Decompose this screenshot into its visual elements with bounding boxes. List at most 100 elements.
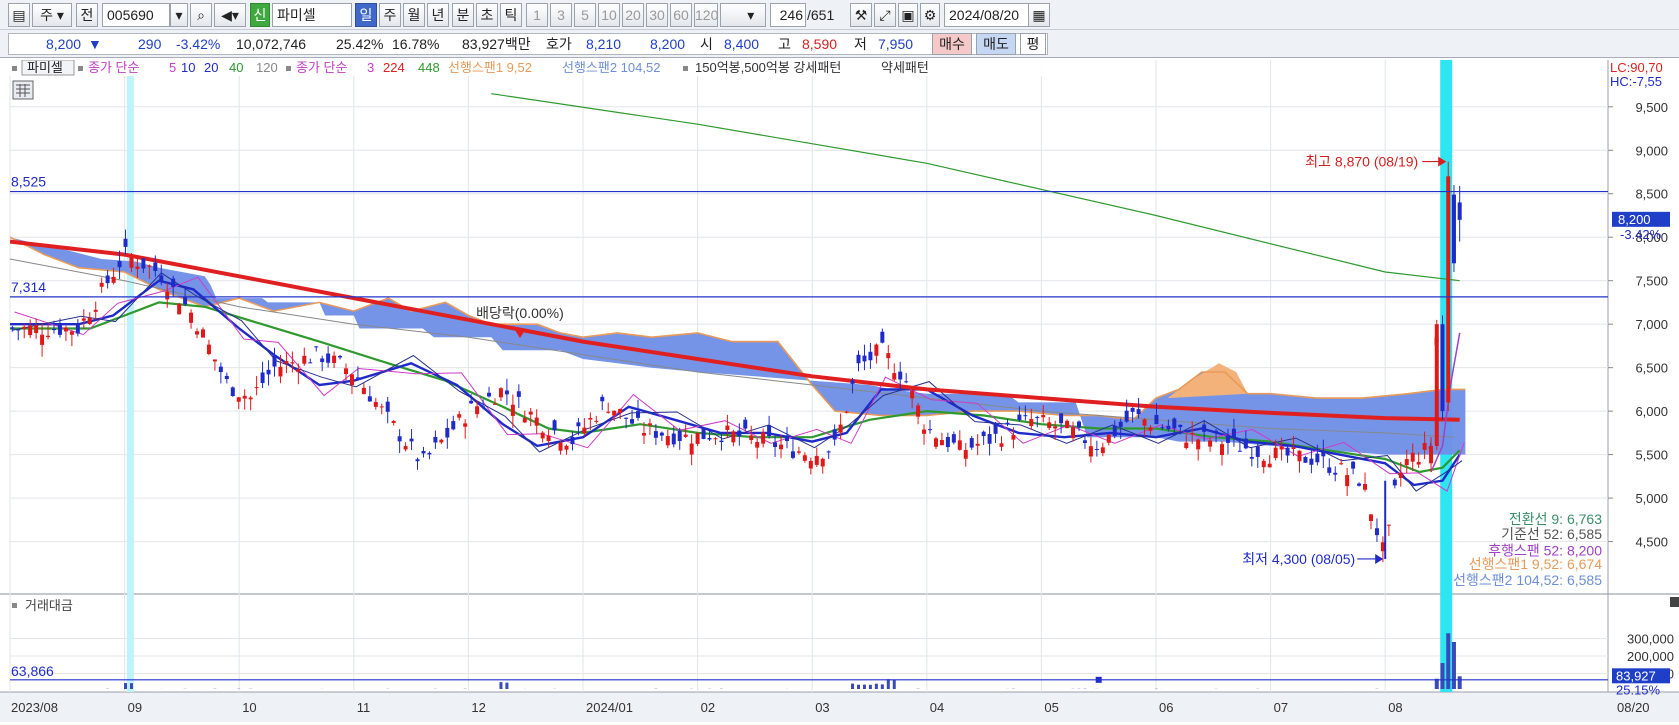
candle-body <box>52 328 57 331</box>
candle-body <box>105 275 110 284</box>
candle-body <box>218 366 223 373</box>
candle-body <box>564 445 569 450</box>
market-select[interactable]: 주 ▾ <box>32 3 72 27</box>
buy-button[interactable]: 매수 <box>932 33 972 55</box>
volume-bar <box>1457 676 1462 689</box>
candle-icon[interactable]: ⚒ <box>850 3 872 27</box>
panel-resize-handle[interactable] <box>1670 597 1679 607</box>
candle-body <box>308 362 313 364</box>
time-axis-label: 11 <box>357 700 371 715</box>
compare-icon[interactable]: ⤢ <box>874 3 896 27</box>
period-second[interactable]: 초 <box>476 3 498 27</box>
legend-weak[interactable]: 약세패턴 <box>881 60 929 75</box>
legend-pattern[interactable]: 150억봉,500억봉 강세패턴 <box>695 60 841 75</box>
period-week[interactable]: 주 <box>379 3 401 27</box>
candle-body <box>910 390 915 399</box>
candle-body <box>367 396 372 402</box>
candle-body <box>63 327 68 332</box>
candle-body <box>206 344 211 354</box>
candle-body <box>1178 424 1183 428</box>
candle-body <box>355 377 360 379</box>
candle-body <box>1035 416 1040 418</box>
candle-body <box>844 411 849 413</box>
period-tick[interactable]: 틱 <box>500 3 522 27</box>
candle-body <box>1231 428 1236 438</box>
candle-body <box>1017 414 1022 420</box>
gear-icon[interactable]: ⚙ <box>920 3 940 27</box>
period-minute[interactable]: 분 <box>452 3 474 27</box>
time-axis-label: 06 <box>1159 700 1173 715</box>
interval-20[interactable]: 20 <box>622 3 644 27</box>
candle-body <box>880 331 885 343</box>
legend-ma1-label[interactable]: 종가 단순 <box>88 60 139 75</box>
search-icon[interactable]: ⌕ <box>190 3 212 27</box>
candle-body <box>1457 202 1462 220</box>
candle-body <box>945 437 950 448</box>
indicator-base: 기준선 52: 6,585 <box>1501 526 1602 542</box>
price-chart[interactable]: 9,5009,0008,5008,0007,5007,0006,5006,000… <box>0 59 1679 722</box>
candle-body <box>1315 453 1320 463</box>
candle-body <box>111 276 116 283</box>
candle-body <box>1225 435 1230 443</box>
interval-120[interactable]: 120 <box>694 3 718 27</box>
legend-ma2-label[interactable]: 종가 단순 <box>296 60 347 75</box>
candle-body <box>200 329 205 338</box>
chart-area[interactable]: 9,500 9,000 8,500 8,000 7,500 7,000 6,500 6,000… <box>0 59 1679 722</box>
candle-body <box>81 318 86 321</box>
legend-name: 파미셀 <box>27 60 63 75</box>
legend-span2[interactable]: 선행스팬2 104,52 <box>562 60 660 75</box>
candle-body <box>779 444 784 450</box>
layout-icon[interactable]: ▤ <box>8 3 30 27</box>
stock-code-dropdown-icon[interactable]: ▾ <box>170 3 188 27</box>
candle-body <box>320 358 325 363</box>
time-axis-label: 10 <box>242 700 256 715</box>
date-input[interactable]: 2024/08/20 <box>944 3 1036 27</box>
calendar-icon[interactable]: ▦ <box>1028 3 1050 27</box>
candle-body <box>284 361 289 364</box>
change-value: 290 <box>138 36 162 52</box>
candle-body <box>1374 528 1379 536</box>
highlight-band <box>126 60 134 692</box>
interval-30[interactable]: 30 <box>646 3 668 27</box>
candle-body <box>332 355 337 363</box>
speaker-icon[interactable]: ◀▾ <box>214 3 246 27</box>
stock-name-field[interactable]: 파미셀 <box>272 3 352 27</box>
period-year[interactable]: 년 <box>427 3 449 27</box>
volume-panel-title[interactable]: 거래대금 <box>25 598 73 613</box>
candle-body <box>1136 409 1141 415</box>
interval-custom-select[interactable]: ▾ <box>720 3 766 27</box>
volume-line-label: 63,866 <box>11 663 54 679</box>
candle-body <box>16 329 21 331</box>
data-table-icon[interactable] <box>12 80 34 100</box>
candle-body <box>409 438 414 442</box>
candle-body <box>475 406 480 415</box>
candle-body <box>1071 427 1076 439</box>
save-icon[interactable]: ▣ <box>898 3 918 27</box>
avg-button[interactable]: 평 <box>1020 33 1046 55</box>
new-badge: 신 <box>250 3 270 27</box>
candle-body <box>796 451 801 453</box>
candle-body <box>522 418 527 423</box>
candle-body <box>1339 463 1344 465</box>
stock-code-input[interactable]: 005690 <box>102 3 170 27</box>
prev-button[interactable]: 전 <box>76 3 98 27</box>
interval-5[interactable]: 5 <box>574 3 596 27</box>
candle-body <box>385 401 390 412</box>
sell-button[interactable]: 매도 <box>976 33 1016 55</box>
candle-body <box>69 331 74 335</box>
interval-60[interactable]: 60 <box>670 3 692 27</box>
candle-body <box>641 433 646 436</box>
candle-body <box>266 369 271 375</box>
candle-body <box>1309 458 1314 465</box>
candle-body <box>87 317 92 324</box>
period-month[interactable]: 월 <box>403 3 425 27</box>
interval-3[interactable]: 3 <box>550 3 572 27</box>
interval-10[interactable]: 10 <box>598 3 620 27</box>
legend-span1[interactable]: 선행스팬1 9,52 <box>448 60 532 75</box>
count-input[interactable]: 246 <box>770 3 806 27</box>
candle-body <box>826 451 831 453</box>
interval-1[interactable]: 1 <box>526 3 548 27</box>
period-day[interactable]: 일 <box>355 3 377 27</box>
candle-body <box>391 420 396 423</box>
candle-body <box>731 431 736 443</box>
